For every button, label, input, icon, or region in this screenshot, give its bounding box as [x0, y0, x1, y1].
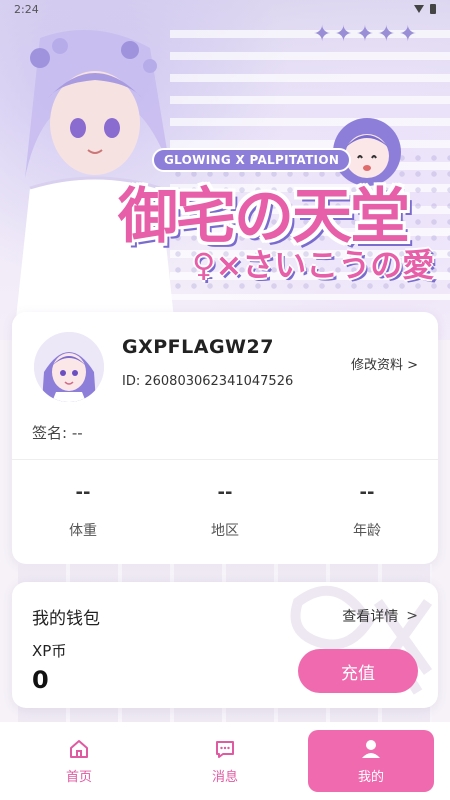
chevron-right-icon: >: [406, 608, 418, 624]
status-time: 2:24: [14, 2, 39, 16]
tab-messages[interactable]: 消息: [162, 730, 288, 792]
stat-weight: -- 体重: [23, 482, 143, 540]
divider: [12, 459, 438, 460]
tab-home[interactable]: 首页: [16, 730, 142, 792]
battery-icon: [430, 4, 436, 14]
stat-label: 年龄: [353, 523, 381, 539]
bottom-tab-bar: 首页 消息 我的: [0, 722, 450, 800]
tab-label: 首页: [65, 769, 92, 785]
status-icons: [414, 4, 436, 14]
wallet-details-link[interactable]: 查看详情 >: [342, 606, 418, 626]
stat-label: 地区: [211, 523, 239, 539]
message-icon: [216, 740, 234, 758]
wallet-title: 我的钱包: [32, 609, 100, 629]
balance-value: 0: [32, 666, 49, 694]
home-icon: [70, 739, 88, 758]
user-id: ID: 260803062341047526: [122, 374, 294, 389]
status-bar: 2:24: [0, 0, 450, 18]
hero-banner: ✦✦✦✦✦ GLOWING X PALPITATION 御宅の天堂 ♀×さいこう…: [0, 0, 450, 340]
recharge-button[interactable]: 充值: [298, 649, 418, 693]
avatar[interactable]: [34, 332, 104, 402]
wallet-details-label: 查看详情: [342, 609, 399, 625]
stat-region: -- 地区: [165, 482, 285, 540]
signature: 签名: --: [32, 424, 83, 442]
currency-label: XP币: [32, 642, 67, 660]
wallet-card: 我的钱包 查看详情 > XP币 0 充值: [12, 582, 438, 708]
stars-decor-icon: ✦✦✦✦✦: [312, 22, 420, 47]
hero-logo-subtitle: ♀×さいこうの愛: [192, 246, 435, 284]
wifi-icon: [414, 5, 424, 13]
username: GXPFLAGW27: [122, 336, 274, 358]
tab-label: 我的: [357, 769, 384, 785]
profile-card: GXPFLAGW27 ID: 260803062341047526 修改资料 >…: [12, 312, 438, 564]
stat-value: --: [217, 482, 233, 503]
stat-label: 体重: [69, 523, 97, 539]
edit-profile-link[interactable]: 修改资料 >: [351, 354, 418, 373]
person-icon: [362, 739, 380, 758]
tab-label: 消息: [211, 769, 238, 785]
tab-mine[interactable]: 我的: [308, 730, 434, 792]
stat-value: --: [359, 482, 375, 503]
stat-value: --: [75, 482, 91, 503]
avatar-image: [34, 332, 104, 402]
stat-age: -- 年龄: [307, 482, 427, 540]
profile-stats: -- 体重 -- 地区 -- 年龄: [12, 482, 438, 540]
